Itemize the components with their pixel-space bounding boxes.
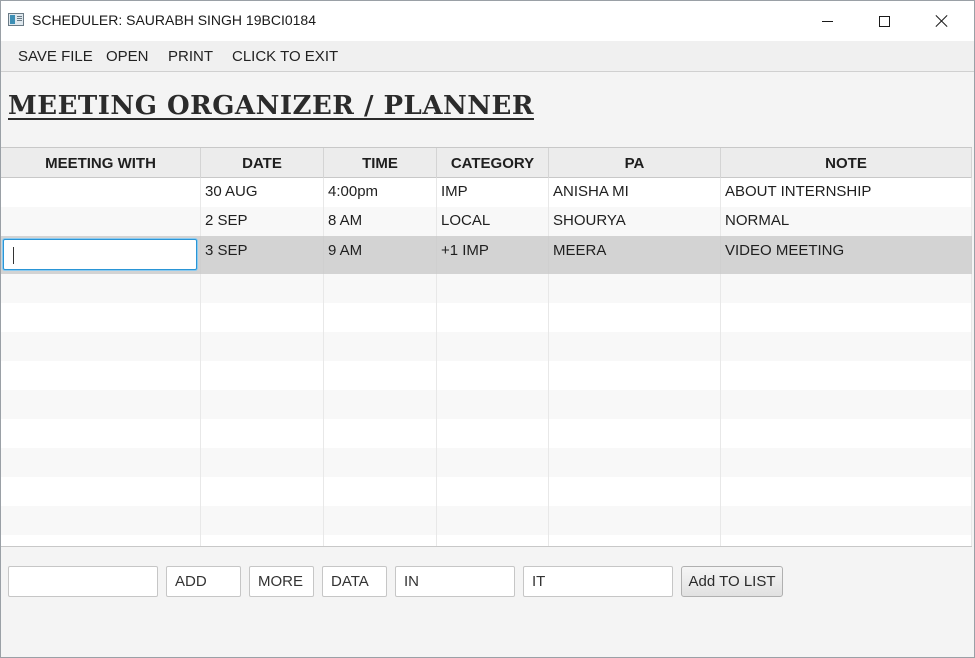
category-input[interactable]: DATA <box>322 566 387 597</box>
close-icon <box>936 15 948 27</box>
cell-meeting-with[interactable] <box>1 236 201 274</box>
cell-note[interactable]: NORMAL <box>721 207 972 236</box>
minimize-icon <box>821 20 833 22</box>
title-bar: SCHEDULER: SAURABH SINGH 19BCI0184 <box>1 1 974 41</box>
maximize-icon <box>878 15 890 27</box>
cell-pa[interactable]: SHOURYA <box>549 207 721 236</box>
page-title: MEETING ORGANIZER / PLANNER <box>8 91 534 121</box>
cell-editor-input[interactable] <box>3 239 197 270</box>
cell-time[interactable]: 4:00pm <box>324 178 437 207</box>
cell-date[interactable]: 3 SEP <box>201 236 324 274</box>
pa-input[interactable]: IN <box>395 566 515 597</box>
app-window: SCHEDULER: SAURABH SINGH 19BCI0184 SAVE … <box>0 0 975 658</box>
table-header: MEETING WITH DATE TIME CATEGORY PA NOTE <box>1 148 972 178</box>
column-header-pa[interactable]: PA <box>549 148 721 178</box>
menu-bar: SAVE FILE OPEN PRINT CLICK TO EXIT <box>1 41 974 72</box>
column-header-note[interactable]: NOTE <box>721 148 972 178</box>
add-to-list-button[interactable]: Add TO LIST <box>681 566 783 597</box>
cell-pa[interactable]: ANISHA MI <box>549 178 721 207</box>
app-icon <box>8 13 24 26</box>
time-input[interactable]: MORE <box>249 566 314 597</box>
menu-click-to-exit[interactable]: CLICK TO EXIT <box>232 48 338 65</box>
empty-row <box>1 535 972 546</box>
table-row[interactable]: 30 AUG 4:00pm IMP ANISHA MI ABOUT INTERN… <box>1 178 972 207</box>
empty-row <box>1 274 972 303</box>
meetings-table[interactable]: MEETING WITH DATE TIME CATEGORY PA NOTE … <box>1 147 972 547</box>
meeting-with-input[interactable] <box>8 566 158 597</box>
table-body: 30 AUG 4:00pm IMP ANISHA MI ABOUT INTERN… <box>1 178 972 546</box>
menu-print[interactable]: PRINT <box>168 48 213 65</box>
cell-date[interactable]: 2 SEP <box>201 207 324 236</box>
empty-row <box>1 390 972 419</box>
cell-date[interactable]: 30 AUG <box>201 178 324 207</box>
table-row-selected[interactable]: 3 SEP 9 AM +1 IMP MEERA VIDEO MEETING <box>1 236 972 274</box>
column-header-time[interactable]: TIME <box>324 148 437 178</box>
note-input[interactable]: IT <box>523 566 673 597</box>
empty-row <box>1 506 972 535</box>
cell-time[interactable]: 8 AM <box>324 207 437 236</box>
cell-category[interactable]: LOCAL <box>437 207 549 236</box>
cell-category[interactable]: IMP <box>437 178 549 207</box>
window-title: SCHEDULER: SAURABH SINGH 19BCI0184 <box>32 12 316 28</box>
empty-row <box>1 303 972 332</box>
column-header-date[interactable]: DATE <box>201 148 324 178</box>
cell-pa[interactable]: MEERA <box>549 236 721 274</box>
empty-row <box>1 477 972 506</box>
column-header-category[interactable]: CATEGORY <box>437 148 549 178</box>
menu-save-file[interactable]: SAVE FILE <box>18 48 93 65</box>
cell-category[interactable]: +1 IMP <box>437 236 549 274</box>
cell-note[interactable]: VIDEO MEETING <box>721 236 972 274</box>
empty-row <box>1 419 972 448</box>
empty-row <box>1 448 972 477</box>
close-button[interactable] <box>919 1 965 41</box>
menu-open[interactable]: OPEN <box>106 48 149 65</box>
column-header-meeting-with[interactable]: MEETING WITH <box>1 148 201 178</box>
empty-row <box>1 361 972 390</box>
cell-meeting-with[interactable] <box>1 178 201 207</box>
empty-row <box>1 332 972 361</box>
text-caret <box>13 247 14 264</box>
minimize-button[interactable] <box>804 1 850 41</box>
maximize-button[interactable] <box>861 1 907 41</box>
table-row[interactable]: 2 SEP 8 AM LOCAL SHOURYA NORMAL <box>1 207 972 236</box>
date-input[interactable]: ADD <box>166 566 241 597</box>
cell-note[interactable]: ABOUT INTERNSHIP <box>721 178 972 207</box>
cell-meeting-with[interactable] <box>1 207 201 236</box>
cell-time[interactable]: 9 AM <box>324 236 437 274</box>
